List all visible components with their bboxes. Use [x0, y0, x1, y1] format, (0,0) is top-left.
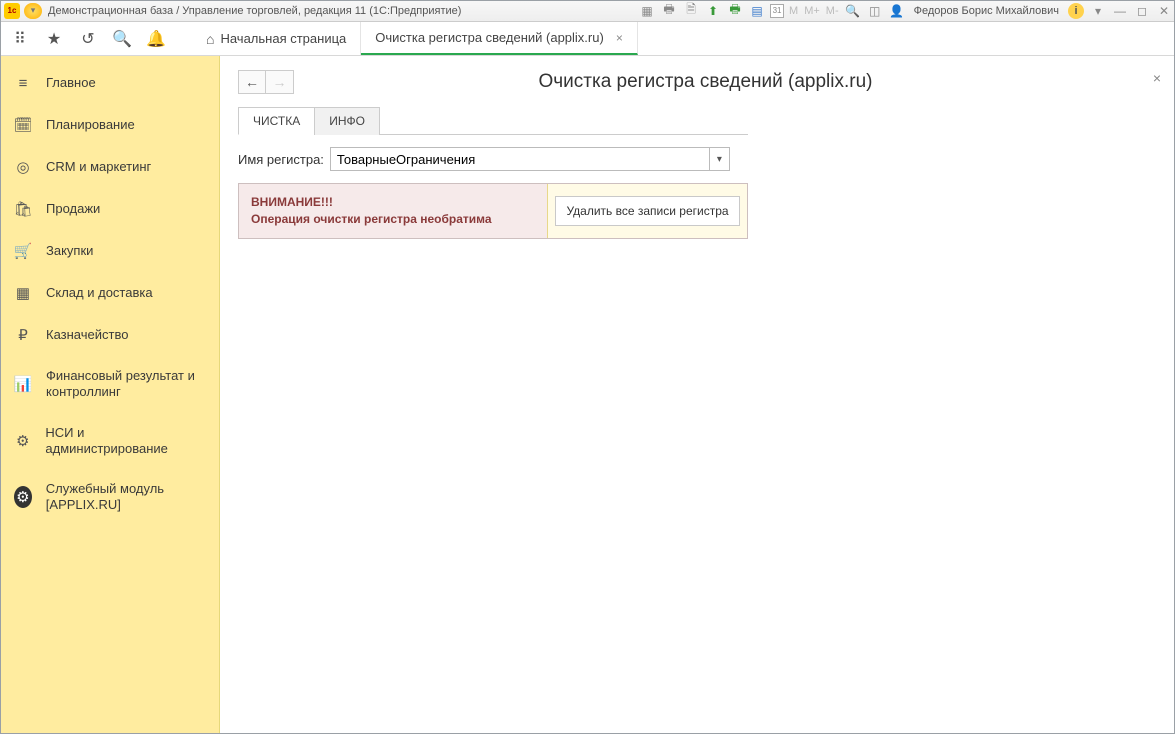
home-icon: ⌂ [206, 31, 214, 47]
target-icon: ◎ [14, 158, 32, 176]
toolbar-excel-icon[interactable]: ⬆ [704, 2, 722, 20]
memory-mplus[interactable]: M+ [804, 5, 820, 17]
register-name-row: Имя регистра: ▾ [238, 147, 1157, 171]
user-icon: 👤 [888, 2, 906, 20]
tab-home[interactable]: ⌂ Начальная страница [192, 22, 361, 55]
apps-grid-icon[interactable]: ⠿ [10, 29, 30, 49]
toolbar-doc-icon[interactable]: 🗎 [682, 2, 700, 20]
nav-row: ← → Очистка регистра сведений (applix.ru… [238, 70, 1157, 94]
sidebar-label: Казначейство [46, 327, 128, 343]
register-name-field: ▾ [330, 147, 730, 171]
sidebar-label: Склад и доставка [46, 285, 153, 301]
sidebar-item-crm[interactable]: ◎ CRM и маркетинг [0, 146, 219, 188]
app-menu-dropdown[interactable]: ▾ [24, 3, 42, 19]
sidebar-item-admin[interactable]: ⚙ НСИ и администрирование [0, 413, 219, 470]
planning-icon: 🗓 [14, 116, 32, 134]
tab-clean[interactable]: ЧИСТКА [238, 107, 315, 135]
gear-icon: ⚙ [14, 486, 32, 508]
ruble-icon: ₽ [14, 326, 32, 344]
warning-text: ВНИМАНИЕ!!! Операция очистки регистра не… [239, 184, 547, 238]
menu-icon: ≡ [14, 74, 32, 92]
info-dropdown-icon[interactable]: ▾ [1089, 2, 1107, 20]
sidebar-item-finance[interactable]: 📊 Финансовый результат и контроллинг [0, 356, 219, 413]
toolbar-left: ⠿ ★ ↺ 🔍 🔔 [0, 22, 192, 55]
app-logo-icon: 1c [4, 3, 20, 19]
toolbar-calendar-icon[interactable]: 31 [770, 4, 784, 18]
info-icon[interactable]: i [1068, 3, 1084, 19]
bag-icon: 🛍 [14, 200, 32, 218]
delete-all-records-button[interactable]: Удалить все записи регистра [555, 196, 739, 226]
content-tabs: ЧИСТКА ИНФО [238, 106, 748, 135]
gear-icon: ⚙ [14, 432, 31, 450]
sidebar-label: CRM и маркетинг [46, 159, 151, 175]
nav-back-button[interactable]: ← [238, 70, 266, 94]
window-maximize-icon[interactable]: ◻ [1133, 2, 1151, 20]
boxes-icon: ▦ [14, 284, 32, 302]
sidebar-label: НСИ и администрирование [45, 425, 205, 458]
register-name-dropdown-icon[interactable]: ▾ [709, 148, 729, 170]
tab-info[interactable]: ИНФО [314, 107, 380, 135]
warning-line1: ВНИМАНИЕ!!! [251, 194, 535, 211]
content-area: × ← → Очистка регистра сведений (applix.… [220, 56, 1175, 734]
toolbar-print-icon[interactable]: 🖶 [660, 2, 678, 20]
page-close-icon[interactable]: × [1153, 70, 1161, 86]
window-close-icon[interactable]: ✕ [1155, 2, 1173, 20]
page-title: Очистка регистра сведений (applix.ru) [294, 71, 1157, 93]
favorite-star-icon[interactable]: ★ [44, 29, 64, 49]
sidebar-item-applix[interactable]: ⚙ Служебный модуль [APPLIX.RU] [0, 469, 219, 526]
chart-icon: 📊 [14, 375, 32, 393]
window-titlebar: 1c ▾ Демонстрационная база / Управление … [0, 0, 1175, 22]
sidebar: ≡ Главное 🗓 Планирование ◎ CRM и маркети… [0, 56, 220, 734]
search-icon[interactable]: 🔍 [112, 29, 132, 49]
toolbar-grid-icon[interactable]: ▦ [638, 2, 656, 20]
main-toolbar: ⠿ ★ ↺ 🔍 🔔 ⌂ Начальная страница Очистка р… [0, 22, 1175, 56]
history-icon[interactable]: ↺ [78, 29, 98, 49]
register-name-label: Имя регистра: [238, 152, 324, 167]
sidebar-item-treasury[interactable]: ₽ Казначейство [0, 314, 219, 356]
tab-bar: ⌂ Начальная страница Очистка регистра св… [192, 22, 638, 55]
register-name-input[interactable] [331, 152, 709, 167]
memory-mminus[interactable]: M- [826, 5, 839, 17]
user-name[interactable]: Федоров Борис Михайлович [914, 5, 1059, 17]
sidebar-label: Закупки [46, 243, 93, 259]
warning-box: ВНИМАНИЕ!!! Операция очистки регистра не… [238, 183, 748, 239]
toolbar-window-icon[interactable]: ◫ [866, 2, 884, 20]
sidebar-label: Планирование [46, 117, 135, 133]
main-body: ≡ Главное 🗓 Планирование ◎ CRM и маркети… [0, 56, 1175, 734]
toolbar-calc-icon[interactable]: ▤ [748, 2, 766, 20]
warning-action: Удалить все записи регистра [547, 184, 747, 238]
tab-close-icon[interactable]: × [616, 31, 623, 45]
sidebar-item-planning[interactable]: 🗓 Планирование [0, 104, 219, 146]
nav-forward-button[interactable]: → [266, 70, 294, 94]
sidebar-item-purchases[interactable]: 🛒 Закупки [0, 230, 219, 272]
sidebar-item-warehouse[interactable]: ▦ Склад и доставка [0, 272, 219, 314]
memory-m[interactable]: M [789, 5, 798, 17]
tab-register-cleanup[interactable]: Очистка регистра сведений (applix.ru) × [361, 22, 638, 55]
warning-line2: Операция очистки регистра необратима [251, 211, 535, 228]
tab-home-label: Начальная страница [220, 31, 346, 46]
sidebar-label: Служебный модуль [APPLIX.RU] [46, 481, 205, 514]
toolbar-zoom-icon[interactable]: 🔍 [844, 2, 862, 20]
window-title: Демонстрационная база / Управление торго… [48, 5, 461, 17]
notifications-bell-icon[interactable]: 🔔 [146, 29, 166, 49]
window-minimize-icon[interactable]: — [1111, 2, 1129, 20]
sidebar-label: Финансовый результат и контроллинг [46, 368, 205, 401]
tab-active-label: Очистка регистра сведений (applix.ru) [375, 30, 604, 45]
sidebar-label: Главное [46, 75, 96, 91]
toolbar-export-icon[interactable]: 🖶 [726, 2, 744, 20]
sidebar-item-main[interactable]: ≡ Главное [0, 62, 219, 104]
cart-icon: 🛒 [14, 242, 32, 260]
sidebar-label: Продажи [46, 201, 100, 217]
sidebar-item-sales[interactable]: 🛍 Продажи [0, 188, 219, 230]
